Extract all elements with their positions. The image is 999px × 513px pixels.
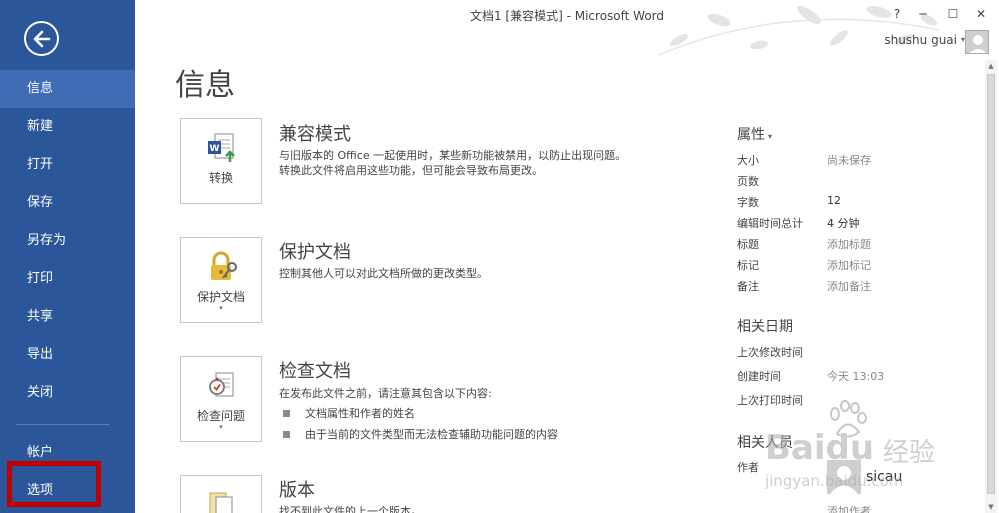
inspect-document-desc: 在发布此文件之前，请注意其包含以下内容: xyxy=(279,387,492,400)
baidu-watermark: Baidu 经验 jingyan.baidu.com xyxy=(765,400,955,510)
vertical-scrollbar[interactable]: ▲ ▼ xyxy=(985,60,997,513)
sidebar-item-save-as[interactable]: 另存为 xyxy=(0,222,135,260)
avatar[interactable] xyxy=(965,30,989,54)
author-label: 作者 xyxy=(737,461,759,474)
versions-desc: 找不到此文件的上一个版本。 xyxy=(279,505,422,513)
scroll-thumb[interactable] xyxy=(987,74,995,494)
window-title: 文档1 [兼容模式] - Microsoft Word xyxy=(469,9,665,23)
bullet-square-icon xyxy=(283,410,290,417)
prop-value-size: 尚未保存 xyxy=(827,154,871,167)
prop-value-comments-input[interactable]: 添加备注 xyxy=(827,278,871,294)
properties-heading: 属性 xyxy=(737,127,765,143)
sidebar-item-export[interactable]: 导出 xyxy=(0,336,135,374)
manage-versions-button[interactable] xyxy=(180,475,262,513)
prop-value-edit-time: 4 分钟 xyxy=(827,217,860,230)
watermark-bai: Bai xyxy=(765,428,826,468)
chevron-down-icon: ▾ xyxy=(768,132,773,141)
sidebar-item-new[interactable]: 新建 xyxy=(0,108,135,146)
bullet-text: 文档属性和作者的姓名 xyxy=(305,407,415,420)
protect-document-button[interactable]: 保护文档 ▾ xyxy=(180,237,262,323)
user-silhouette-icon xyxy=(969,35,987,53)
bullet-text: 由于当前的文件类型而无法检查辅助功能问题的内容 xyxy=(305,428,558,441)
inspect-document-title: 检查文档 xyxy=(279,361,351,382)
sidebar-item-print[interactable]: 打印 xyxy=(0,260,135,298)
sidebar-item-close[interactable]: 关闭 xyxy=(0,374,135,412)
prop-value-title-input[interactable]: 添加标题 xyxy=(827,236,871,252)
prop-label-tags: 标记 xyxy=(737,259,759,272)
date-label-created: 创建时间 xyxy=(737,370,781,383)
watermark-url: jingyan.baidu.com xyxy=(765,472,904,490)
close-button[interactable]: ✕ xyxy=(971,7,991,21)
sidebar-divider xyxy=(16,424,109,425)
protect-document-title: 保护文档 xyxy=(279,242,351,263)
highlight-annotation-box xyxy=(7,461,101,507)
prop-label-pages: 页数 xyxy=(737,175,759,188)
watermark-du: du xyxy=(825,428,875,468)
prop-label-title: 标题 xyxy=(737,238,759,251)
check-issues-button[interactable]: 检查问题 ▾ xyxy=(180,356,262,442)
prop-label-comments: 备注 xyxy=(737,280,759,293)
protect-document-desc: 控制其他人可以对此文档所做的更改类型。 xyxy=(279,267,488,280)
sidebar-item-info[interactable]: 信息 xyxy=(0,70,135,108)
backstage-sidebar: 信息 新建 打开 保存 另存为 打印 共享 导出 关闭 帐户 选项 xyxy=(0,0,135,513)
versions-icon xyxy=(209,492,233,513)
date-value-created: 今天 13:03 xyxy=(827,370,885,383)
compat-mode-title: 兼容模式 xyxy=(279,124,351,145)
versions-title: 版本 xyxy=(279,480,315,501)
back-arrow-icon xyxy=(33,30,51,48)
list-item: 文档属性和作者的姓名 xyxy=(283,405,415,421)
prop-label-size: 大小 xyxy=(737,154,759,167)
svg-text:W: W xyxy=(210,144,220,154)
prop-value-tags-input[interactable]: 添加标记 xyxy=(827,257,871,273)
convert-button-label: 转换 xyxy=(208,171,233,185)
related-dates-heading: 相关日期 xyxy=(737,319,793,335)
watermark-logo-text: Baidu xyxy=(765,428,874,468)
protect-document-button-label: 保护文档 xyxy=(196,290,245,304)
help-button[interactable]: ? xyxy=(887,7,907,21)
minimize-button[interactable]: ─ xyxy=(913,7,933,21)
check-issues-button-label: 检查问题 xyxy=(196,409,245,423)
chevron-down-icon: ▾ xyxy=(219,423,223,431)
chevron-down-icon: ▾ xyxy=(219,304,223,312)
scroll-up-icon[interactable]: ▲ xyxy=(985,60,997,72)
prop-value-words: 12 xyxy=(827,194,841,207)
date-label-modified: 上次修改时间 xyxy=(737,346,803,359)
scroll-down-icon[interactable]: ▼ xyxy=(985,501,997,513)
compat-mode-desc-2: 转换此文件将启用这些功能，但可能会导致布局更改。 xyxy=(279,164,543,177)
prop-label-words: 字数 xyxy=(737,196,759,209)
back-button[interactable] xyxy=(24,21,59,56)
sidebar-item-save[interactable]: 保存 xyxy=(0,184,135,222)
list-item: 由于当前的文件类型而无法检查辅助功能问题的内容 xyxy=(283,426,558,442)
properties-header[interactable]: 属性 ▾ xyxy=(737,124,772,144)
bullet-square-icon xyxy=(283,431,290,438)
inspect-document-icon xyxy=(209,372,234,397)
prop-label-edit-time: 编辑时间总计 xyxy=(737,217,803,230)
watermark-cn-text: 经验 xyxy=(883,438,936,468)
maximize-button[interactable]: ☐ xyxy=(943,7,963,21)
user-name[interactable]: shushu guai xyxy=(884,33,957,47)
word-convert-icon: W xyxy=(208,133,235,162)
page-title: 信息 xyxy=(175,68,235,103)
sidebar-item-share[interactable]: 共享 xyxy=(0,298,135,336)
compat-mode-desc: 与旧版本的 Office 一起使用时，某些新功能被禁用，以防止出现问题。 xyxy=(279,149,627,162)
sidebar-item-open[interactable]: 打开 xyxy=(0,146,135,184)
lock-key-icon xyxy=(211,251,237,280)
title-bar: 文档1 [兼容模式] - Microsoft Word ? ─ ☐ ✕ shus… xyxy=(135,0,999,60)
convert-button[interactable]: W 转换 xyxy=(180,118,262,204)
